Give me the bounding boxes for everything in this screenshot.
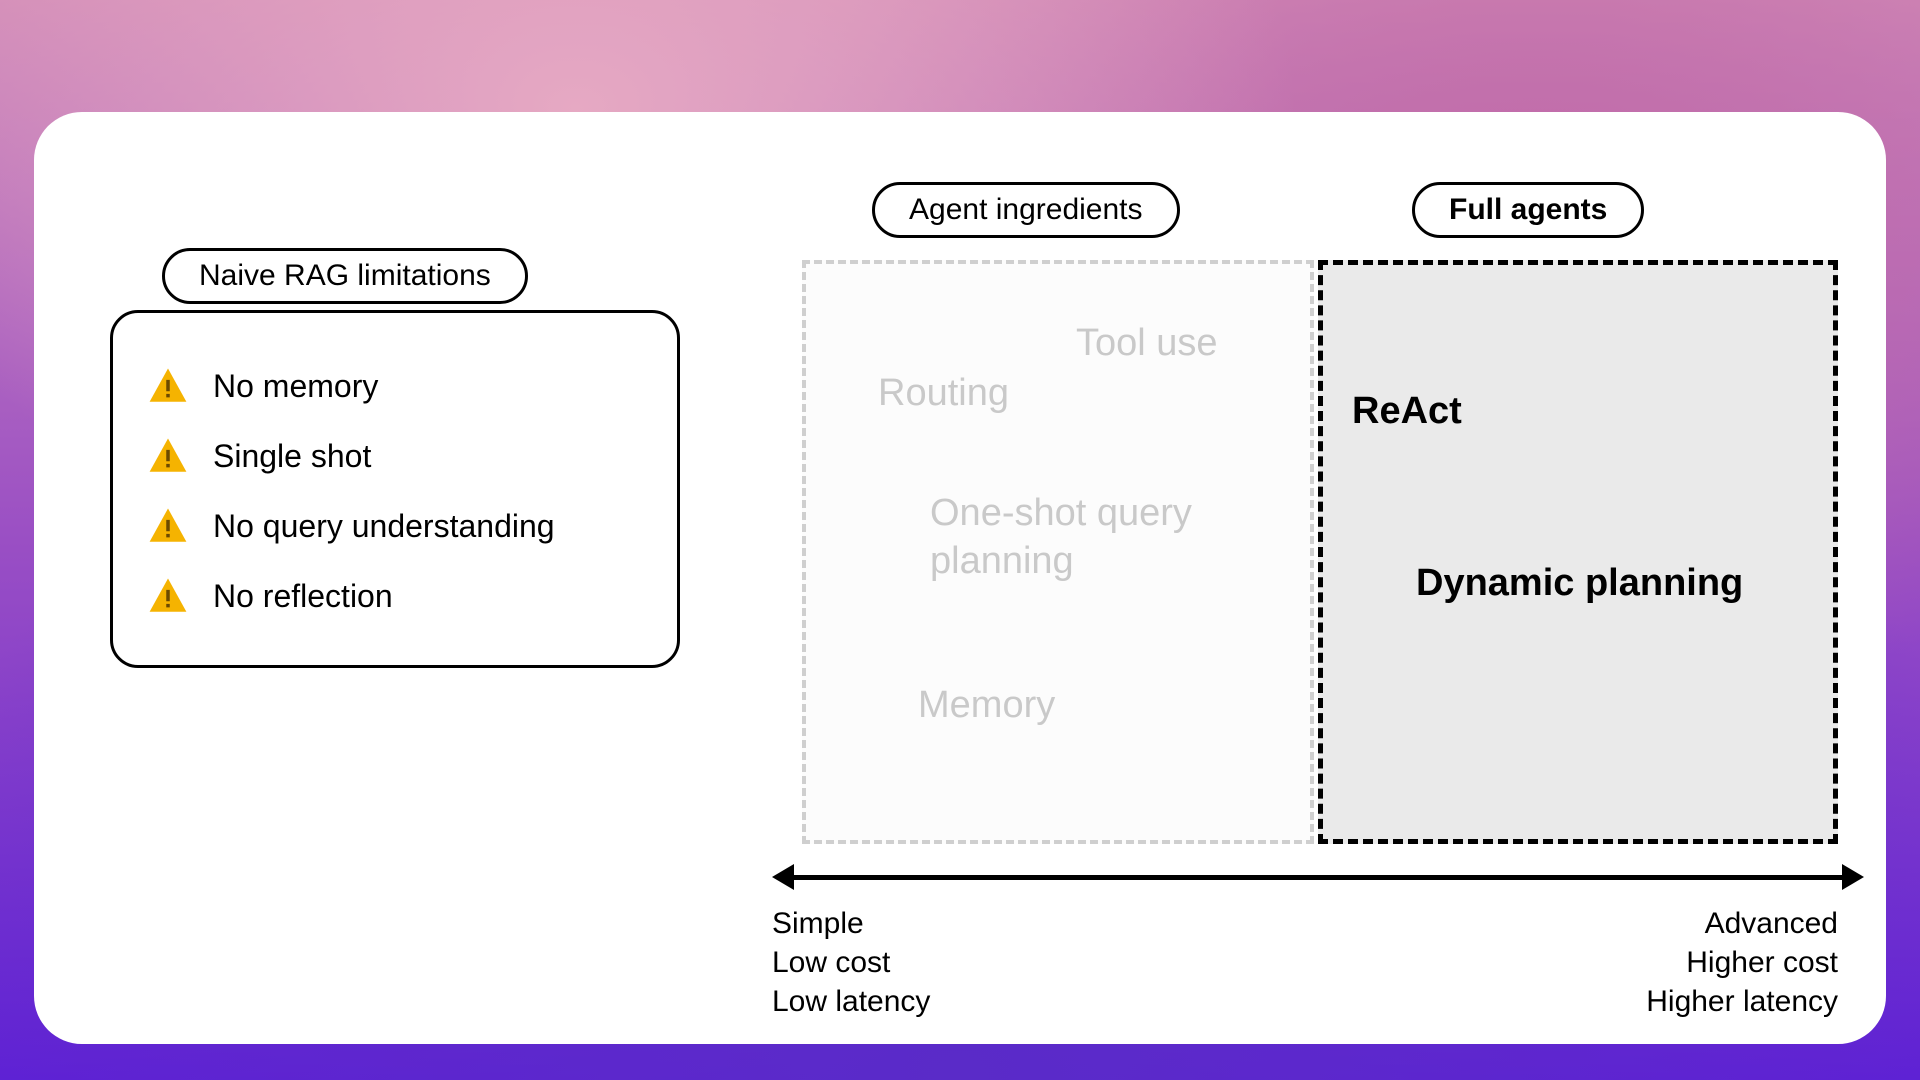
warning-icon — [147, 575, 189, 617]
agent-ingredients-pill: Agent ingredients — [872, 182, 1180, 238]
limitation-text: No query understanding — [213, 508, 555, 545]
limitation-item: No memory — [147, 365, 643, 407]
limitation-text: No reflection — [213, 578, 393, 615]
ingredient-routing: Routing — [878, 372, 1009, 415]
warning-icon — [147, 365, 189, 407]
axis-label-simple: Simple Low cost Low latency — [772, 904, 930, 1021]
arrow-right-icon — [1842, 864, 1864, 890]
limitation-item: No query understanding — [147, 505, 643, 547]
ingredient-memory: Memory — [918, 684, 1055, 727]
naive-rag-pill: Naive RAG limitations — [162, 248, 528, 304]
agent-react: ReAct — [1352, 390, 1462, 433]
ingredient-tool-use: Tool use — [1076, 322, 1218, 365]
axis-label-advanced: Advanced Higher cost Higher latency — [1646, 904, 1838, 1021]
complexity-axis — [772, 864, 1864, 890]
ingredient-one-shot-line2: planning — [930, 540, 1074, 583]
axis-label-line: Low cost — [772, 943, 930, 982]
warning-icon — [147, 435, 189, 477]
axis-label-line: Advanced — [1646, 904, 1838, 943]
axis-label-line: Simple — [772, 904, 930, 943]
limitations-box: No memory Single shot No query understan… — [110, 310, 680, 668]
ingredient-one-shot-line1: One-shot query — [930, 492, 1192, 535]
axis-label-line: Higher cost — [1646, 943, 1838, 982]
full-agents-pill: Full agents — [1412, 182, 1644, 238]
full-agents-box — [1318, 260, 1838, 844]
limitation-text: Single shot — [213, 438, 371, 475]
limitation-item: No reflection — [147, 575, 643, 617]
axis-label-line: Low latency — [772, 982, 930, 1021]
limitation-text: No memory — [213, 368, 378, 405]
agent-dynamic-planning: Dynamic planning — [1416, 562, 1743, 605]
axis-line — [786, 875, 1850, 880]
slide-card: Naive RAG limitations No memory Single s… — [34, 112, 1886, 1044]
warning-icon — [147, 505, 189, 547]
axis-label-line: Higher latency — [1646, 982, 1838, 1021]
limitation-item: Single shot — [147, 435, 643, 477]
